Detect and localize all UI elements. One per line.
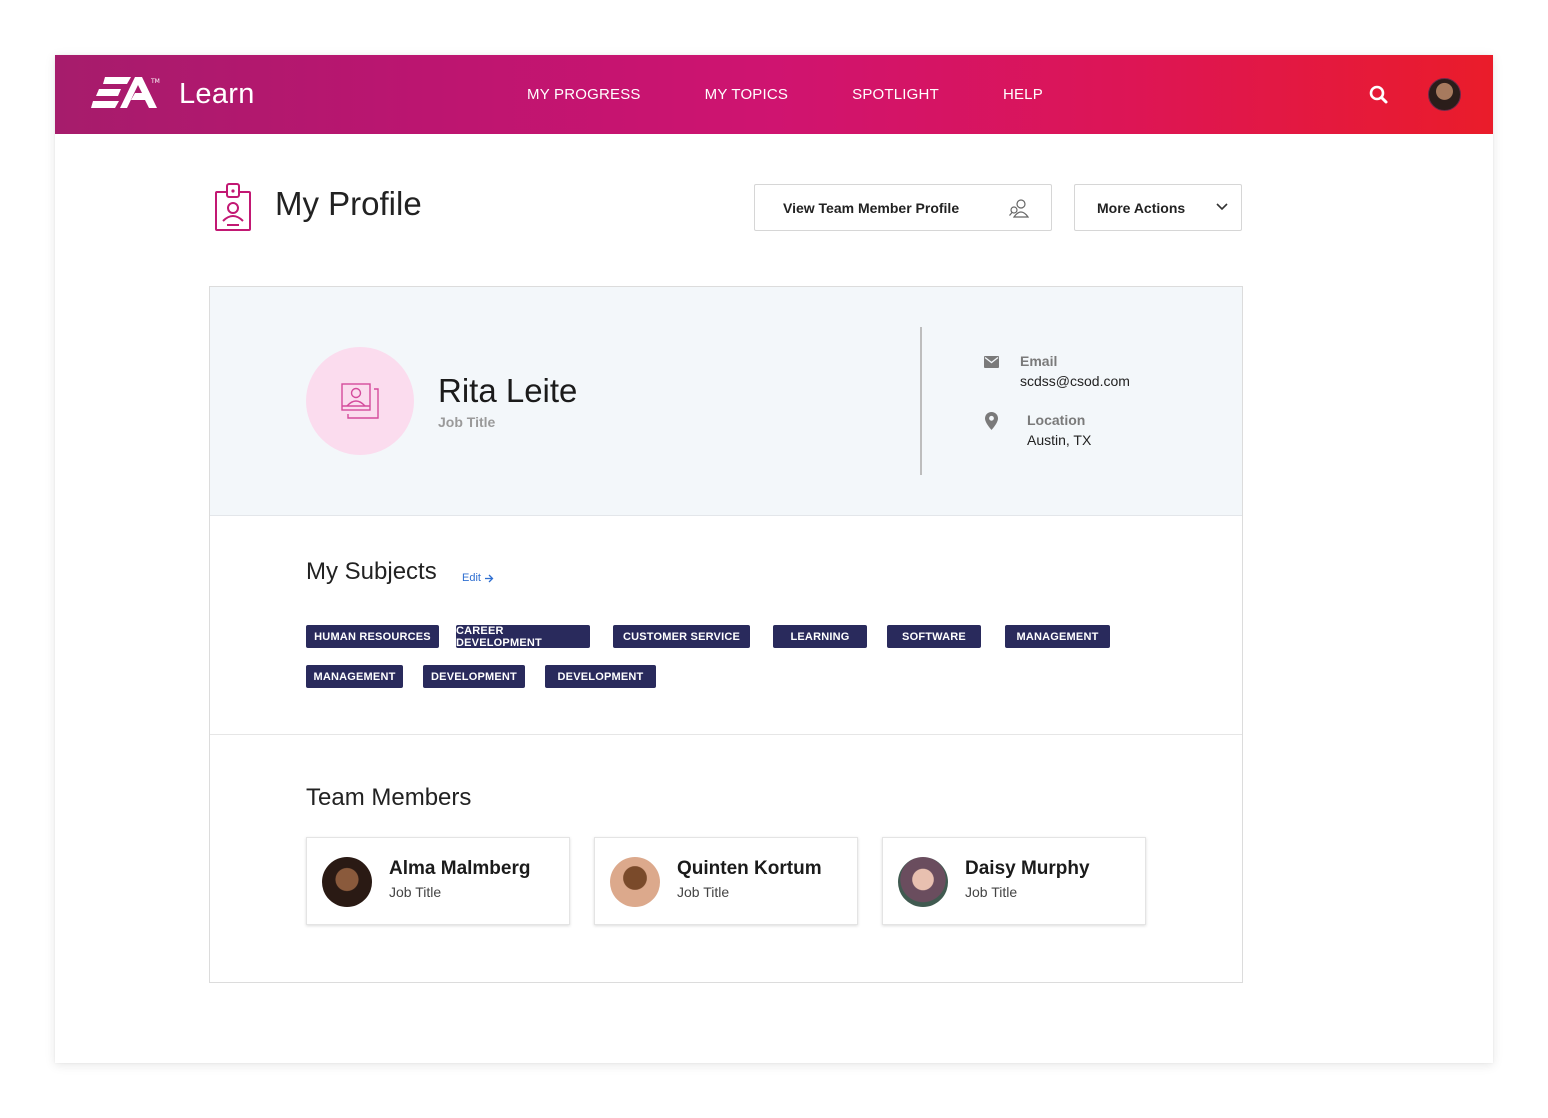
member-job-title: Job Title [677, 884, 730, 900]
subject-tag[interactable]: SOFTWARE [887, 625, 981, 648]
team-member-card[interactable]: Alma Malmberg Job Title [306, 837, 570, 925]
subject-tag[interactable]: CAREER DEVELOPMENT [456, 625, 590, 649]
member-job-title: Job Title [389, 884, 442, 900]
id-badge-icon [213, 183, 255, 238]
more-actions-button[interactable]: More Actions [1074, 184, 1242, 231]
main-nav: MY PROGRESS MY TOPICS SPOTLIGHT HELP [527, 55, 1043, 134]
profile-summary: Rita Leite Job Title Email scdss@csod.co… [210, 287, 1242, 516]
nav-help[interactable]: HELP [1003, 86, 1043, 103]
location-pin-icon [985, 412, 998, 430]
chevron-down-icon [1216, 203, 1228, 211]
arrow-right-icon [484, 574, 494, 582]
member-name: Alma Malmberg [389, 858, 531, 879]
profile-card: Rita Leite Job Title Email scdss@csod.co… [209, 286, 1243, 983]
subject-tag[interactable]: LEARNING [773, 625, 867, 648]
location-value: Austin, TX [1027, 432, 1092, 448]
avatar [610, 857, 660, 907]
app-window: TM Learn MY PROGRESS MY TOPICS SPOTLIGHT… [55, 55, 1493, 1063]
team-member-card[interactable]: Daisy Murphy Job Title [882, 837, 1146, 925]
team-member-card[interactable]: Quinten Kortum Job Title [594, 837, 858, 925]
subject-tag[interactable]: CUSTOMER SERVICE [613, 625, 750, 648]
avatar [322, 857, 372, 907]
user-avatar[interactable] [1428, 78, 1461, 111]
svg-text:TM: TM [150, 78, 160, 85]
location-label: Location [1027, 412, 1086, 428]
nav-my-progress[interactable]: MY PROGRESS [527, 86, 641, 103]
more-actions-label: More Actions [1097, 199, 1186, 216]
member-name: Daisy Murphy [965, 858, 1090, 879]
person-search-icon [1009, 199, 1030, 218]
profile-avatar [306, 347, 414, 455]
email-label: Email [1020, 353, 1058, 369]
subject-tag[interactable]: DEVELOPMENT [423, 665, 525, 688]
profile-job-title: Job Title [438, 414, 496, 430]
email-value[interactable]: scdss@csod.com [1020, 373, 1130, 389]
profile-placeholder-icon [341, 383, 379, 419]
page-title: My Profile [275, 185, 422, 222]
brand-name: Learn [179, 77, 255, 110]
team-members-title: Team Members [306, 784, 472, 811]
my-subjects-title: My Subjects [306, 558, 437, 585]
search-button[interactable] [1368, 84, 1390, 106]
view-team-member-profile-button[interactable]: View Team Member Profile [754, 184, 1052, 231]
mail-icon [984, 356, 999, 368]
profile-name: Rita Leite [438, 372, 578, 409]
ea-logo-icon: TM [91, 77, 160, 108]
search-icon [1369, 85, 1388, 104]
edit-label: Edit [462, 572, 481, 584]
nav-spotlight[interactable]: SPOTLIGHT [852, 86, 939, 103]
view-team-member-profile-label: View Team Member Profile [783, 199, 960, 216]
avatar [898, 857, 948, 907]
brand[interactable]: TM Learn [91, 75, 255, 113]
subject-tag[interactable]: HUMAN RESOURCES [306, 625, 439, 648]
top-nav-bar: TM Learn MY PROGRESS MY TOPICS SPOTLIGHT… [55, 55, 1493, 134]
nav-my-topics[interactable]: MY TOPICS [705, 86, 789, 103]
vertical-divider [920, 327, 922, 475]
subject-tag[interactable]: MANAGEMENT [306, 665, 403, 688]
section-divider [210, 734, 1242, 735]
subject-tag[interactable]: DEVELOPMENT [545, 665, 656, 688]
subject-tag[interactable]: MANAGEMENT [1005, 625, 1110, 648]
edit-subjects-link[interactable]: Edit [462, 572, 494, 584]
member-job-title: Job Title [965, 884, 1018, 900]
member-name: Quinten Kortum [677, 858, 822, 879]
